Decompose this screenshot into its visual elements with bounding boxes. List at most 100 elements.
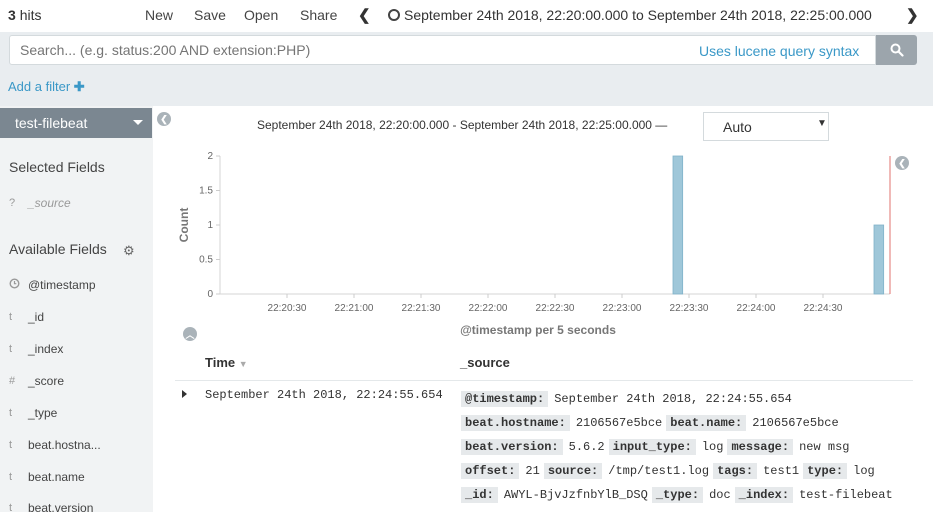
source-field-value: 21 [525, 464, 540, 478]
filter-bar [0, 70, 933, 106]
y-tick-label: 2 [207, 151, 213, 162]
source-field-value: log [701, 440, 724, 454]
caret-down-icon: ▼ [817, 118, 827, 129]
search-button[interactable] [876, 35, 917, 65]
string-type-icon: t [9, 502, 13, 514]
plus-icon: ✚ [73, 79, 85, 94]
x-tick-label: 22:23:30 [670, 303, 709, 314]
string-type-icon: t [9, 471, 13, 483]
source-line: @timestamp: September 24th 2018, 22:24:55… [461, 391, 796, 407]
source-field-key: input_type: [608, 439, 696, 455]
add-filter-link[interactable]: Add a filter ✚ [8, 79, 85, 95]
source-field-value: 2106567e5bce [752, 416, 839, 430]
y-tick-label: 0 [207, 289, 213, 300]
source-field-key: beat.name: [666, 415, 747, 431]
source-field-value: test-filebeat [799, 488, 893, 502]
field-name: beat.name [28, 470, 85, 484]
clock-icon [388, 9, 400, 21]
field-name: beat.version [28, 501, 94, 515]
source-field-key: type: [803, 463, 848, 479]
x-tick-label: 22:21:00 [335, 303, 374, 314]
collapse-sidebar-icon[interactable]: ❮ [157, 112, 171, 126]
source-field-key: source: [543, 463, 603, 479]
source-field-key: offset: [461, 463, 520, 479]
available-fields-heading: Available Fields [9, 241, 107, 257]
chevron-right-icon[interactable]: ❯ [906, 6, 919, 24]
x-tick-label: 22:24:00 [737, 303, 776, 314]
chevron-left-icon[interactable]: ❮ [358, 6, 371, 24]
field-item-type[interactable]: t _type [9, 406, 57, 420]
field-item-timestamp[interactable]: @timestamp [9, 278, 96, 292]
field-item-index[interactable]: t _index [9, 342, 63, 356]
y-tick-label: 1.5 [199, 186, 213, 197]
share-button[interactable]: Share [300, 7, 337, 23]
x-tick-label: 22:22:30 [536, 303, 575, 314]
caret-down-icon [133, 120, 143, 125]
source-field-value: September 24th 2018, 22:24:55.654 [554, 392, 792, 406]
hits-counter: 3 hits [8, 7, 41, 23]
y-tick-label: 0.5 [199, 255, 213, 266]
expand-row-icon[interactable] [182, 390, 187, 398]
hits-label: hits [19, 7, 42, 23]
source-column-header: _source [460, 355, 510, 370]
index-pattern-select[interactable]: test-filebeat [0, 108, 152, 138]
hits-count: 3 [8, 7, 16, 23]
open-button[interactable]: Open [244, 7, 278, 23]
source-field-key: tags: [713, 463, 758, 479]
x-tick-label: 22:22:00 [469, 303, 508, 314]
source-field-value: test1 [763, 464, 800, 478]
y-axis-title: Count [177, 208, 191, 243]
x-tick-label: 22:20:30 [268, 303, 307, 314]
x-tick-label: 22:24:30 [804, 303, 843, 314]
y-tick-label: 1 [207, 220, 213, 231]
time-column-header[interactable]: Time ▼ [205, 355, 248, 370]
field-name: beat.hostna... [28, 438, 101, 452]
source-field-key: _index: [734, 487, 794, 503]
new-button[interactable]: New [145, 7, 173, 23]
histogram-chart: 0 0.5 1 1.5 2 22:20:30 22:21:00 22:21:30 22:22:0… [177, 151, 891, 337]
lucene-syntax-link[interactable]: Uses lucene query syntax [699, 43, 859, 59]
field-item-beat-version[interactable]: t beat.version [9, 501, 93, 515]
source-field-key: beat.version: [461, 439, 563, 455]
search-icon [890, 43, 904, 57]
collapse-chart-icon[interactable]: ❮ [895, 156, 909, 170]
string-type-icon: t [9, 311, 13, 323]
field-item-beat-hostname[interactable]: t beat.hostna... [9, 438, 101, 452]
selected-fields-heading: Selected Fields [9, 159, 105, 175]
field-item-score[interactable]: # _score [9, 374, 64, 388]
string-type-icon: t [9, 439, 13, 451]
chevron-up-icon[interactable]: ︿ [183, 327, 197, 341]
source-line: offset: 21 source: /tmp/test1.log tags: test1… [461, 463, 879, 479]
field-item-source[interactable]: ? _source [9, 196, 71, 210]
sort-down-icon: ▼ [238, 359, 248, 369]
source-field-value: 2106567e5bce [575, 416, 663, 430]
table-header-divider [175, 380, 913, 381]
row-time-cell: September 24th 2018, 22:24:55.654 [205, 388, 443, 402]
time-range-label: September 24th 2018, 22:20:00.000 to Sep… [404, 7, 872, 23]
source-field-key: @timestamp: [461, 391, 549, 407]
source-field-value: doc [709, 488, 731, 502]
field-name: _index [28, 342, 64, 356]
string-type-icon: t [9, 407, 13, 419]
source-field-value: /tmp/test1.log [608, 464, 710, 478]
histogram-bar [873, 224, 885, 295]
source-field-value: 5.6.2 [568, 440, 605, 454]
time-range-picker[interactable]: September 24th 2018, 22:20:00.000 to Sep… [388, 7, 872, 23]
field-item-id[interactable]: t _id [9, 310, 44, 324]
source-line: beat.version: 5.6.2 input_type: log message:… [461, 439, 854, 455]
save-button[interactable]: Save [194, 7, 226, 23]
field-item-beat-name[interactable]: t beat.name [9, 470, 85, 484]
source-field-value: log [853, 464, 875, 478]
source-field-key: beat.hostname: [461, 415, 570, 431]
gear-icon[interactable]: ⚙ [123, 243, 135, 259]
interval-select[interactable]: Auto [703, 112, 829, 141]
string-type-icon: t [9, 343, 13, 355]
source-field-key: _id: [461, 487, 498, 503]
field-name: _type [28, 406, 58, 420]
x-axis-title: @timestamp per 5 seconds [460, 323, 616, 337]
time-column-label: Time [205, 355, 236, 370]
field-name: @timestamp [28, 278, 96, 292]
source-field-key: message: [727, 439, 794, 455]
x-tick-label: 22:23:00 [603, 303, 642, 314]
clock-icon [9, 278, 28, 292]
